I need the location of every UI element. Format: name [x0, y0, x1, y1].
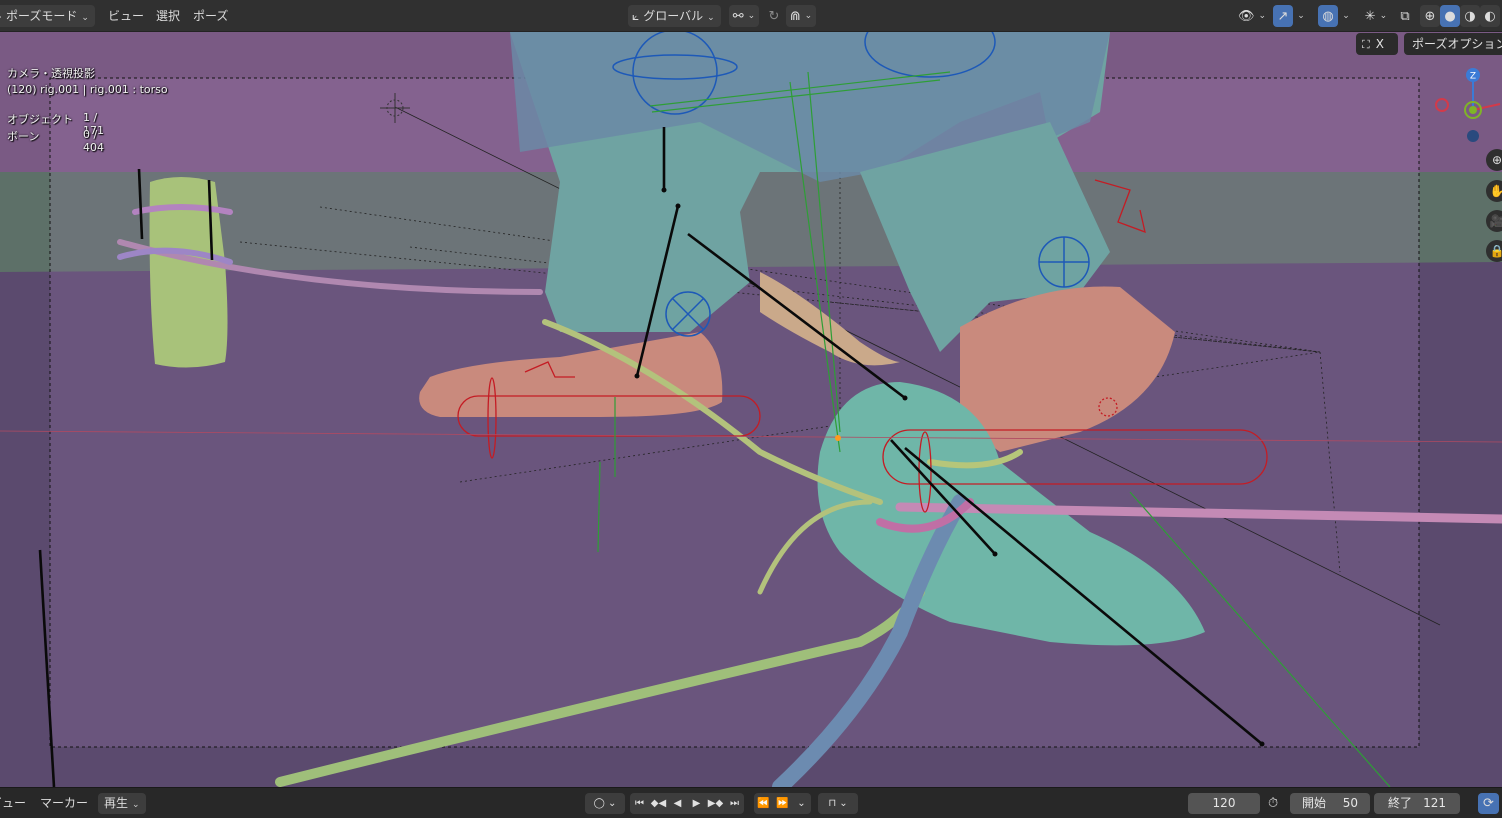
visibility-icon[interactable]: 👁 ⌄: [1236, 5, 1268, 27]
play-icon[interactable]: ▶: [687, 793, 706, 814]
jump-start-icon[interactable]: ⏮: [630, 793, 649, 814]
shading-wire-icon[interactable]: ⊕: [1420, 5, 1440, 27]
options-close-button[interactable]: ⛶ X: [1356, 33, 1398, 55]
arrow-left-icon: ↖: [0, 5, 2, 27]
prev-frame-icon[interactable]: ⏪: [754, 793, 773, 814]
stat-objects: オブジェクト 1 / 171: [7, 111, 104, 137]
overlay-icon[interactable]: ◍: [1318, 5, 1338, 27]
navigation-gizmo[interactable]: Z: [1430, 66, 1502, 146]
transform-orientation-dropdown[interactable]: ⟀ グローバル ⌄: [628, 5, 721, 27]
chevron-down-icon[interactable]: ⌄: [1339, 5, 1353, 27]
timeline-menu-view[interactable]: ビュー: [0, 793, 26, 814]
scene-render: [0, 32, 1502, 787]
hand-icon[interactable]: ✋: [1486, 180, 1502, 202]
current-frame-field[interactable]: 120: [1188, 793, 1260, 814]
shading-render-icon[interactable]: ◐: [1480, 5, 1500, 27]
pivot-icon[interactable]: ⚯ ⌄: [729, 5, 759, 27]
prev-keyframe-icon[interactable]: ◆◀: [649, 793, 668, 814]
start-frame-field[interactable]: 開始 50: [1290, 793, 1370, 814]
next-keyframe-icon[interactable]: ▶◆: [706, 793, 725, 814]
sidebar-toggle-icon: ⛶: [1362, 38, 1370, 51]
camera-label: カメラ・透視投影: [7, 67, 95, 80]
stat-bones: ボーン 0 / 404: [7, 128, 104, 154]
menu-pose[interactable]: ポーズ: [193, 5, 228, 27]
gizmo-icon[interactable]: ↗: [1273, 5, 1293, 27]
pose-options-button[interactable]: ポーズオプション: [1404, 33, 1502, 55]
keying-icon[interactable]: ⊓ ⌄: [818, 793, 858, 814]
timeline-header: ビュー マーカー 再生⌄ ◯ ⌄ ⏮ ◆◀ ◀ ▶ ▶◆ ⏭ ⏪ ⏩ ⌄ ⊓ ⌄…: [0, 787, 1502, 818]
chevron-down-icon: ⌄: [707, 13, 715, 23]
gizmo-neg-z[interactable]: [1467, 130, 1479, 142]
orientation-icon: ⟀: [632, 9, 640, 23]
playback-dropdown[interactable]: 再生 ⌄: [98, 793, 146, 814]
jump-end-icon[interactable]: ⏭: [725, 793, 744, 814]
zoom-icon[interactable]: ⊕: [1486, 149, 1502, 171]
chevron-down-icon[interactable]: ⌄: [792, 793, 811, 814]
shading-solid-icon[interactable]: ●: [1440, 5, 1460, 27]
active-bone-origin: [835, 435, 841, 441]
snap-icon[interactable]: ↻: [764, 5, 784, 27]
proportional-icon[interactable]: ⋒ ⌄: [786, 5, 816, 27]
end-frame-field[interactable]: 終了 121: [1374, 793, 1460, 814]
xray-icon[interactable]: ⧉: [1395, 5, 1415, 27]
blender-window: ↖ ポーズモード⌄ ビュー 選択 ポーズ ⟀グローバル⌄ ⚯⌄ ↻ ⋒⌄ 👁⌄ …: [0, 0, 1502, 818]
camera-icon[interactable]: 🎥: [1486, 210, 1502, 232]
timeline-menu-marker[interactable]: マーカー: [40, 793, 88, 814]
timer-icon[interactable]: ⏱: [1268, 793, 1278, 814]
next-frame-icon[interactable]: ⏩: [773, 793, 792, 814]
auto-key-icon[interactable]: ◯ ⌄: [585, 793, 625, 814]
object-info: (120) rig.001 | rig.001 : torso: [7, 83, 168, 96]
play-reverse-icon[interactable]: ◀: [668, 793, 687, 814]
menu-view[interactable]: ビュー: [108, 5, 144, 27]
menu-select[interactable]: 選択: [156, 5, 180, 27]
svg-text:Z: Z: [1470, 72, 1476, 82]
chevron-down-icon[interactable]: ⌄: [1294, 5, 1308, 27]
viewport-header: ↖ ポーズモード⌄ ビュー 選択 ポーズ ⟀グローバル⌄ ⚯⌄ ↻ ⋒⌄ 👁⌄ …: [0, 0, 1502, 32]
sync-icon[interactable]: ⟳: [1478, 793, 1499, 814]
gizmo-neg-x[interactable]: [1435, 98, 1449, 112]
bone-overlay-icon[interactable]: ✳ ⌄: [1360, 5, 1392, 27]
mode-dropdown[interactable]: ↖ ポーズモード⌄: [0, 5, 95, 27]
chevron-down-icon: ⌄: [81, 13, 89, 23]
3d-viewport[interactable]: カメラ・透視投影 (120) rig.001 | rig.001 : torso…: [0, 32, 1502, 787]
shading-material-icon[interactable]: ◑: [1460, 5, 1480, 27]
lock-icon[interactable]: 🔒: [1486, 240, 1502, 262]
chevron-down-icon: ⌄: [132, 800, 140, 810]
